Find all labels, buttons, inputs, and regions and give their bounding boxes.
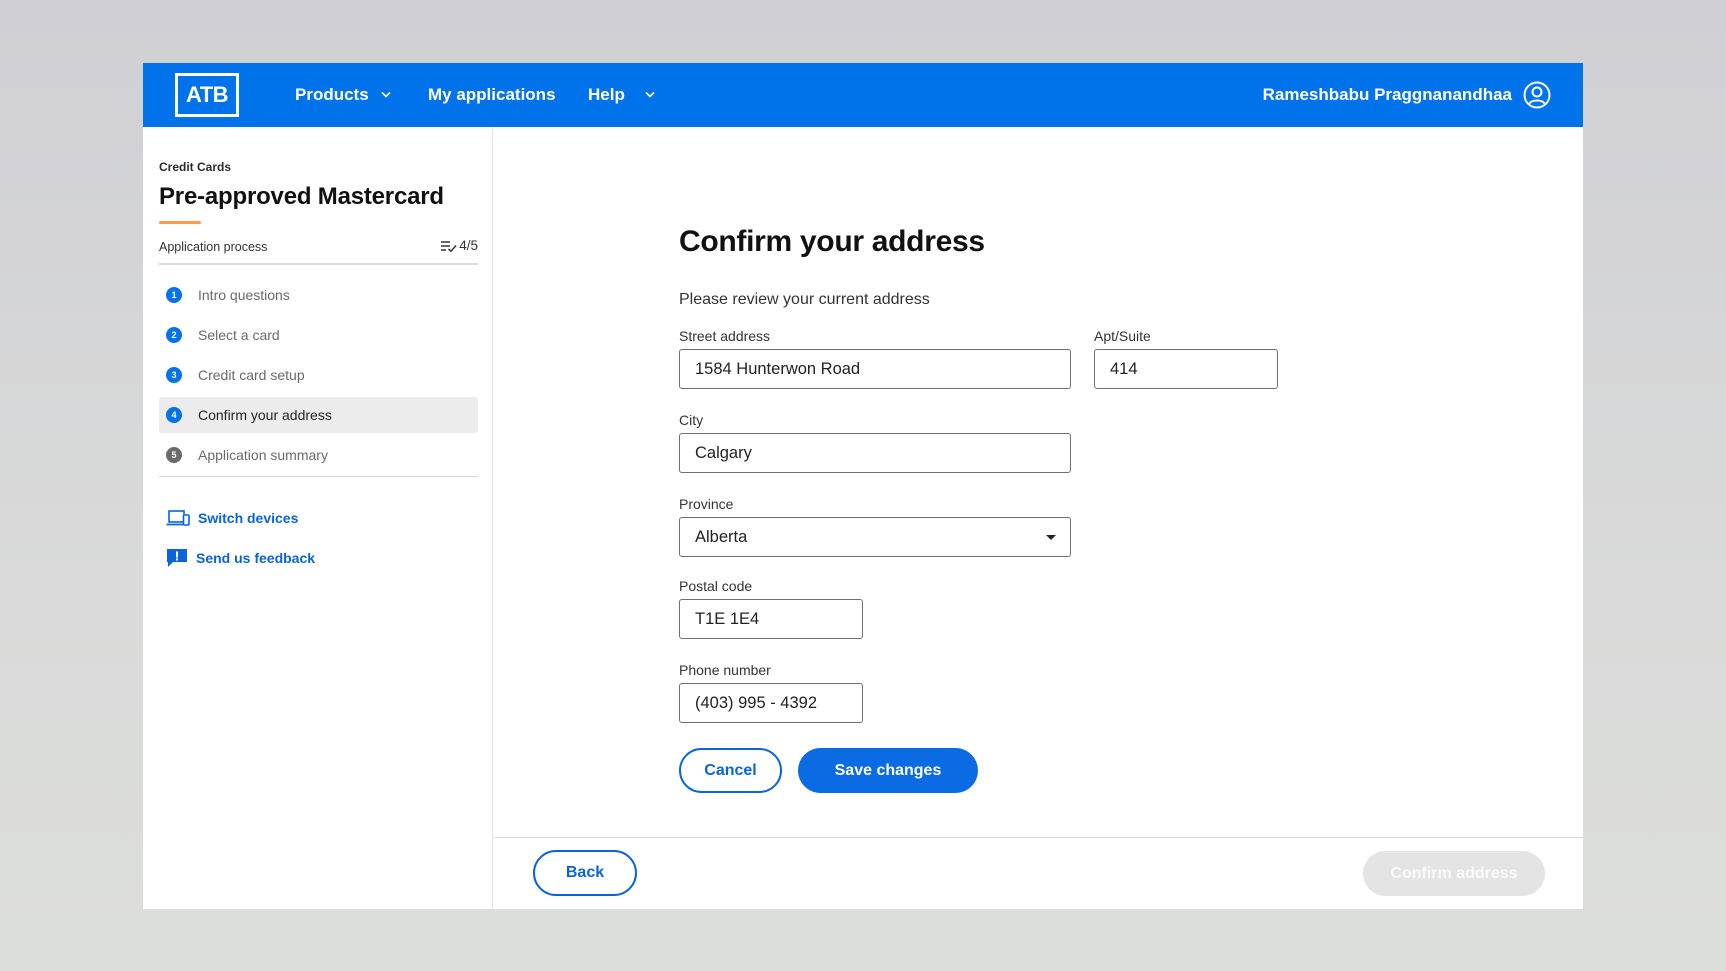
- nav-products-label: Products: [295, 85, 369, 104]
- nav-my-applications[interactable]: My applications: [428, 63, 556, 127]
- step-number: 2: [166, 327, 182, 343]
- step-confirm-your-address[interactable]: 4 Confirm your address: [159, 397, 478, 433]
- user-menu[interactable]: Rameshbabu Praggnanandhaa: [1263, 63, 1551, 127]
- province-selected-value: Alberta: [695, 527, 748, 546]
- cancel-button[interactable]: Cancel: [679, 748, 782, 793]
- back-button[interactable]: Back: [533, 850, 637, 896]
- devices-icon: [166, 510, 190, 526]
- apt-suite-input[interactable]: [1094, 349, 1278, 389]
- app-window: ATB Products My applications Help Ramesh…: [143, 63, 1583, 909]
- step-label: Application summary: [198, 447, 328, 463]
- chevron-down-icon: [645, 89, 655, 101]
- checklist-icon: [441, 240, 457, 252]
- province-label: Province: [679, 496, 734, 512]
- step-number: 4: [166, 407, 182, 423]
- street-address-input[interactable]: [679, 349, 1071, 389]
- step-number: 3: [166, 367, 182, 383]
- switch-devices-label: Switch devices: [198, 510, 299, 526]
- chevron-down-icon: [381, 89, 391, 101]
- atb-logo[interactable]: ATB: [175, 73, 239, 117]
- page-title: Confirm your address: [679, 225, 985, 258]
- step-select-a-card[interactable]: 2 Select a card: [159, 317, 478, 353]
- phone-number-input[interactable]: [679, 683, 863, 723]
- phone-number-label: Phone number: [679, 662, 771, 678]
- step-number: 5: [166, 447, 182, 463]
- confirm-address-button[interactable]: Confirm address: [1363, 851, 1545, 896]
- step-label: Select a card: [198, 327, 280, 343]
- user-circle-icon: [1523, 81, 1551, 109]
- sidebar-category: Credit Cards: [159, 160, 232, 174]
- title-accent-bar: [159, 221, 201, 224]
- top-navigation-bar: ATB Products My applications Help Ramesh…: [143, 63, 1583, 127]
- step-application-summary[interactable]: 5 Application summary: [159, 437, 478, 473]
- postal-code-label: Postal code: [679, 578, 753, 594]
- intro-text: Please review your current address: [679, 291, 930, 308]
- divider: [159, 476, 478, 477]
- application-process-label: Application process: [159, 240, 268, 254]
- step-label: Confirm your address: [198, 407, 332, 423]
- street-address-label: Street address: [679, 328, 771, 344]
- province-select[interactable]: Alberta: [679, 517, 1071, 557]
- steps-list: 1 Intro questions 2 Select a card 3 Cred…: [159, 277, 478, 477]
- progress-count: 4/5: [459, 238, 478, 253]
- user-name: Rameshbabu Praggnanandhaa: [1262, 85, 1512, 104]
- step-credit-card-setup[interactable]: 3 Credit card setup: [159, 357, 478, 393]
- nav-products[interactable]: Products: [295, 63, 391, 127]
- save-changes-button[interactable]: Save changes: [798, 748, 978, 793]
- postal-code-input[interactable]: [679, 599, 863, 639]
- switch-devices-link[interactable]: Switch devices: [166, 509, 298, 527]
- step-number: 1: [166, 287, 182, 303]
- send-feedback-label: Send us feedback: [196, 550, 316, 566]
- nav-my-applications-label: My applications: [428, 85, 556, 104]
- dropdown-caret-icon: [1046, 535, 1056, 540]
- nav-help[interactable]: Help: [588, 63, 655, 127]
- step-label: Intro questions: [198, 287, 290, 303]
- step-label: Credit card setup: [198, 367, 305, 383]
- apt-suite-label: Apt/Suite: [1094, 328, 1151, 344]
- main-content: Confirm your address Please review your …: [494, 127, 1583, 909]
- progress-indicator: 4/5: [440, 238, 478, 253]
- city-label: City: [679, 412, 704, 428]
- nav-help-label: Help: [588, 85, 625, 104]
- city-input[interactable]: [679, 433, 1071, 473]
- send-feedback-link[interactable]: Send us feedback: [166, 548, 315, 568]
- feedback-icon: [167, 549, 187, 567]
- sidebar-title: Pre-approved Mastercard: [159, 183, 444, 210]
- sidebar: Credit Cards Pre-approved Mastercard App…: [143, 127, 493, 909]
- footer-divider: [494, 837, 1583, 838]
- step-intro-questions[interactable]: 1 Intro questions: [159, 277, 478, 313]
- divider: [159, 263, 478, 265]
